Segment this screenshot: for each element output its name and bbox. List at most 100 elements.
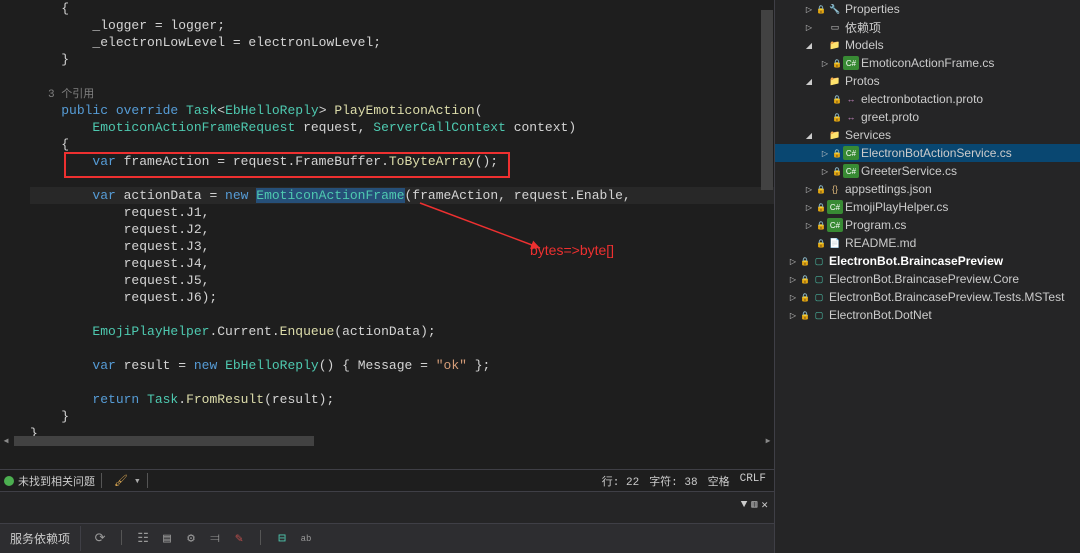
brush-icon[interactable]: 🖌: [114, 474, 128, 488]
ab-icon[interactable]: ab: [297, 530, 315, 548]
tree-item-dotnet[interactable]: ▷🔒▢ElectronBot.DotNet: [775, 306, 1080, 324]
indent-mode[interactable]: 空格: [708, 473, 730, 489]
lock-icon: 🔒: [815, 185, 827, 194]
csproj-icon: ▢: [811, 272, 827, 286]
tree-item-greeter-service[interactable]: ▷🔒C#GreeterService.cs: [775, 162, 1080, 180]
col-number[interactable]: 字符: 38: [649, 473, 697, 489]
lock-icon: 🔒: [831, 59, 843, 68]
lock-icon: 🔒: [799, 311, 811, 320]
annotation-arrow-icon: [410, 198, 555, 258]
current-line: var actionData = new EmoticonActionFrame…: [30, 187, 774, 204]
tree-expand-icon[interactable]: ⊟: [273, 530, 291, 548]
lock-icon: 🔒: [831, 95, 843, 104]
tree-item-electron-service[interactable]: ▷🔒C#ElectronBotActionService.cs: [775, 144, 1080, 162]
tree-label: EmojiPlayHelper.cs: [845, 200, 948, 214]
chevron-down-icon: ◢: [803, 77, 815, 86]
chevron-right-icon: ▷: [819, 149, 831, 158]
tree-item-models[interactable]: ◢ 📁Models: [775, 36, 1080, 54]
lock-icon: 🔒: [815, 203, 827, 212]
chevron-right-icon: ▷: [787, 257, 799, 266]
tree-label: ElectronBot.DotNet: [829, 308, 932, 322]
tree-item-emoticon-frame[interactable]: ▷🔒C#EmoticonActionFrame.cs: [775, 54, 1080, 72]
lock-icon: 🔒: [831, 149, 843, 158]
csharp-icon: C#: [827, 218, 843, 232]
tree-label: ElectronBot.BraincasePreview.Core: [829, 272, 1019, 286]
tree-label: EmoticonActionFrame.cs: [861, 56, 994, 70]
tree-label: greet.proto: [861, 110, 919, 124]
chevron-right-icon: ▷: [803, 221, 815, 230]
setting-icon[interactable]: ⚙: [182, 530, 200, 548]
code-line: _electronLowLevel = electronLowLevel;: [30, 35, 381, 50]
tree-label: Protos: [845, 74, 880, 88]
proto-icon: ↔: [843, 92, 859, 106]
scroll-right-icon[interactable]: ▶: [762, 435, 774, 447]
tree-item-properties[interactable]: ▷🔒🔧Properties: [775, 0, 1080, 18]
tree-label: Program.cs: [845, 218, 906, 232]
refresh-icon[interactable]: ⟳: [91, 530, 109, 548]
chevron-right-icon: ▷: [787, 311, 799, 320]
scrollbar-thumb[interactable]: [761, 10, 773, 190]
align-icon[interactable]: ⫤: [206, 530, 224, 548]
tree-icon[interactable]: ☷: [134, 530, 152, 548]
lock-icon: 🔒: [799, 293, 811, 302]
chevron-down-icon: ◢: [803, 131, 815, 140]
folder-icon: 📁: [827, 74, 843, 88]
tree-item-electronbot-proto[interactable]: 🔒↔electronbotaction.proto: [775, 90, 1080, 108]
chevron-down-icon: ◢: [803, 41, 815, 50]
horizontal-scrollbar[interactable]: ◀ ▶: [0, 435, 774, 447]
json-icon: {}: [827, 182, 843, 196]
solution-explorer[interactable]: ▷🔒🔧Properties ▷▭依赖项 ◢📁Models ▷🔒C#Emotico…: [775, 0, 1080, 553]
tree-item-braincase-core[interactable]: ▷🔒▢ElectronBot.BraincasePreview.Core: [775, 270, 1080, 288]
line-number[interactable]: 行: 22: [602, 473, 639, 489]
status-ok-icon: [4, 476, 14, 486]
tab-service-deps[interactable]: 服务依赖项: [0, 526, 81, 551]
tree-item-appsettings[interactable]: ▷🔒{}appsettings.json: [775, 180, 1080, 198]
dropdown-arrow-icon[interactable]: ▼: [741, 499, 748, 511]
chevron-right-icon: ▷: [803, 185, 815, 194]
code-line: _logger = logger;: [30, 18, 225, 33]
folder-icon: 📁: [827, 38, 843, 52]
deps-icon: ▭: [827, 20, 843, 34]
tree-item-readme[interactable]: 🔒📄README.md: [775, 234, 1080, 252]
selected-type: EmoticonActionFrame: [256, 188, 404, 203]
tree-label: 依赖项: [845, 19, 881, 36]
tree-label: ElectronBot.BraincasePreview: [829, 254, 1003, 268]
tree-label: ElectronBot.BraincasePreview.Tests.MSTes…: [829, 290, 1064, 304]
scrollbar-hthumb[interactable]: [14, 436, 314, 446]
list-icon[interactable]: ▤: [158, 530, 176, 548]
line-ending[interactable]: CRLF: [740, 473, 766, 489]
tree-label: appsettings.json: [845, 182, 932, 196]
vertical-scrollbar[interactable]: [760, 0, 774, 469]
csproj-icon: ▢: [811, 308, 827, 322]
bottom-toolbar: 服务依赖项 ⟳ ☷ ▤ ⚙ ⫤ ✎ ⊟ ab: [0, 523, 774, 553]
bottom-panel: ▼ ▥ ✕: [0, 491, 774, 523]
chevron-right-icon: ▷: [819, 167, 831, 176]
folder-icon: 📁: [827, 128, 843, 142]
tree-item-protos[interactable]: ◢ 📁Protos: [775, 72, 1080, 90]
close-icon[interactable]: ✕: [761, 498, 768, 512]
csproj-icon: ▢: [811, 254, 827, 268]
tree-item-services[interactable]: ◢ 📁Services: [775, 126, 1080, 144]
chevron-right-icon: ▷: [787, 293, 799, 302]
tree-item-emoji-helper[interactable]: ▷🔒C#EmojiPlayHelper.cs: [775, 198, 1080, 216]
tree-item-deps[interactable]: ▷▭依赖项: [775, 18, 1080, 36]
tree-item-braincase-tests[interactable]: ▷🔒▢ElectronBot.BraincasePreview.Tests.MS…: [775, 288, 1080, 306]
tree-item-greet-proto[interactable]: 🔒↔greet.proto: [775, 108, 1080, 126]
markdown-icon: 📄: [827, 236, 843, 250]
tree-item-program[interactable]: ▷🔒C#Program.cs: [775, 216, 1080, 234]
tree-label: Services: [845, 128, 891, 142]
reference-count[interactable]: 3 个引用: [48, 89, 94, 101]
scroll-left-icon[interactable]: ◀: [0, 435, 12, 447]
csharp-icon: C#: [843, 56, 859, 70]
lock-icon: 🔒: [831, 167, 843, 176]
chevron-right-icon: ▷: [819, 59, 831, 68]
issue-status[interactable]: 未找到相关问题: [18, 473, 95, 489]
tree-item-braincase[interactable]: ▷🔒▢ElectronBot.BraincasePreview: [775, 252, 1080, 270]
code-editor[interactable]: { _logger = logger; _electronLowLevel = …: [0, 0, 774, 469]
pin-icon[interactable]: ▥: [751, 499, 757, 511]
wrench-icon: 🔧: [827, 2, 843, 16]
tree-label: README.md: [845, 236, 916, 250]
edit-icon[interactable]: ✎: [230, 530, 248, 548]
lock-icon: 🔒: [815, 221, 827, 230]
tree-label: Models: [845, 38, 884, 52]
